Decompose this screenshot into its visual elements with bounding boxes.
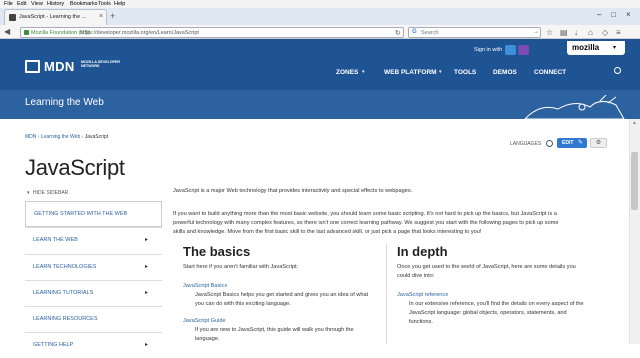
sidebar-item-getting-started[interactable]: GETTING STARTED WITH THE WEB: [25, 201, 162, 227]
edit-button[interactable]: EDIT ✎: [557, 138, 587, 148]
google-icon: G: [412, 29, 417, 35]
page-title: JavaScript: [25, 155, 125, 180]
menu-help[interactable]: Help: [114, 1, 125, 7]
guide-desc-line: If you are new to JavaScript, this guide…: [195, 327, 354, 333]
reference-desc-line: functions.: [409, 319, 433, 325]
new-tab-button[interactable]: +: [110, 11, 115, 21]
logo-mark-icon: [25, 60, 40, 73]
basics-heading: The basics: [183, 244, 251, 259]
hamburger-menu-icon[interactable]: ≡: [616, 28, 621, 37]
menu-tools[interactable]: Tools: [98, 1, 111, 7]
minimize-icon[interactable]: –: [597, 10, 601, 19]
languages-label[interactable]: LANGUAGES: [510, 141, 541, 147]
javascript-basics-link[interactable]: JavaScript Basics: [183, 283, 227, 289]
in-depth-lead-2: could dive into:: [397, 273, 435, 279]
section-title: Learning the Web: [25, 97, 104, 108]
sidebar-item-learn-technologies[interactable]: LEARN TECHNOLOGIES ▸: [25, 254, 162, 280]
paragraph-line: powerful technology with many complex fe…: [173, 220, 559, 226]
breadcrumb-learning-the-web[interactable]: Learning the Web: [41, 134, 80, 140]
basics-lead: Start here if you aren't familiar with J…: [183, 264, 299, 270]
basics-desc-line: you can do with this exciting language.: [195, 301, 291, 307]
paragraph-line: If you want to build anything more than …: [173, 211, 557, 217]
edit-label: EDIT: [562, 140, 574, 146]
globe-icon[interactable]: [546, 140, 553, 147]
hide-sidebar-label: HIDE SIDEBAR: [33, 190, 69, 196]
dino-illustration-icon: [523, 95, 625, 120]
settings-button[interactable]: ⚙: [590, 138, 607, 148]
javascript-reference-link[interactable]: JavaScript reference: [397, 292, 448, 298]
download-icon[interactable]: ↓: [574, 28, 578, 37]
mozilla-tab[interactable]: mozilla ▾: [567, 41, 625, 55]
menu-view[interactable]: View: [31, 1, 43, 7]
column-divider: [386, 243, 387, 344]
sidebar-item-learn-the-web[interactable]: LEARN THE WEB ▸: [25, 227, 162, 253]
reload-icon[interactable]: ↻: [395, 29, 401, 37]
url-bar[interactable]: Mozilla Foundation (US) https://develope…: [20, 27, 404, 38]
menu-bar: File Edit View History Bookmarks Tools H…: [0, 0, 640, 8]
triangle-down-icon: ▾: [27, 190, 30, 196]
in-depth-heading: In depth: [397, 244, 448, 259]
maximize-icon[interactable]: □: [611, 10, 616, 19]
chevron-right-icon: ▸: [145, 237, 149, 243]
mozilla-label: mozilla: [572, 43, 600, 52]
javascript-guide-link[interactable]: JavaScript Guide: [183, 318, 226, 324]
tab-javascript[interactable]: JavaScript - Learning the ... ×: [4, 9, 107, 25]
chevron-right-icon: ▸: [145, 264, 149, 270]
search-go-icon[interactable]: →: [533, 29, 539, 35]
breadcrumb-current: JavaScript: [84, 134, 109, 140]
search-bar[interactable]: G →: [408, 27, 541, 38]
chevron-down-icon: ▾: [613, 45, 617, 51]
tab-title: JavaScript - Learning the ...: [19, 14, 87, 20]
menu-history[interactable]: History: [47, 1, 64, 7]
logo-subtitle: MOZILLA DEVELOPER NETWORK: [81, 60, 120, 68]
menu-bookmarks[interactable]: Bookmarks: [70, 1, 98, 7]
star-icon[interactable]: ☆: [546, 28, 553, 37]
pocket-icon[interactable]: ◇: [602, 28, 608, 37]
scrollbar-thumb[interactable]: [631, 152, 638, 210]
sidebar-item-getting-help[interactable]: GETTING HELP ▸: [25, 332, 162, 358]
home-icon[interactable]: ⌂: [588, 28, 593, 37]
menu-edit[interactable]: Edit: [17, 1, 26, 7]
logo-text: MDN: [44, 59, 75, 74]
nav-web-platform[interactable]: WEB PLATFORM: [384, 69, 437, 76]
nav-demos[interactable]: DEMOS: [493, 69, 517, 76]
github-signin-button[interactable]: [518, 45, 529, 55]
site-search-icon[interactable]: [614, 67, 621, 74]
nav-connect[interactable]: CONNECT: [534, 69, 566, 76]
breadcrumb: MDN › Learning the Web › JavaScript: [25, 134, 109, 140]
favicon-icon: [9, 14, 16, 21]
breadcrumb-mdn[interactable]: MDN: [25, 134, 36, 140]
tab-close-icon[interactable]: ×: [99, 13, 103, 20]
sidebar-item-learning-resources[interactable]: LEARNING RESOURCES: [25, 306, 162, 332]
nav-zones[interactable]: ZONES: [336, 69, 358, 76]
scroll-up-icon[interactable]: ▲: [632, 120, 637, 126]
window-close-icon[interactable]: ×: [626, 10, 631, 19]
persona-signin-button[interactable]: [505, 45, 516, 55]
intro-paragraph: JavaScript is a major Web technology tha…: [173, 188, 413, 194]
lock-icon: [24, 30, 29, 35]
hide-sidebar-toggle[interactable]: ▾ HIDE SIDEBAR: [27, 190, 69, 196]
gear-icon: ⚙: [595, 140, 602, 146]
chevron-right-icon: ▸: [145, 342, 149, 348]
chevron-right-icon: ▸: [145, 290, 149, 296]
back-icon[interactable]: ◀: [4, 27, 10, 36]
reading-list-icon[interactable]: ▤: [560, 28, 568, 37]
basics-desc-line: JavaScript Basics helps you get started …: [195, 292, 369, 298]
menu-file[interactable]: File: [4, 1, 13, 7]
search-input[interactable]: [421, 29, 531, 37]
sidebar-item-learning-tutorials[interactable]: LEARNING TUTORIALS ▸: [25, 280, 162, 306]
url-text[interactable]: https://developer.mozilla.org/en/Learn/J…: [80, 30, 199, 36]
reference-desc-line: JavaScript language: global objects, ope…: [409, 310, 567, 316]
sign-in-label: Sign in with: [474, 47, 503, 53]
pencil-icon: ✎: [578, 140, 584, 146]
guide-desc-line: language.: [195, 336, 220, 342]
paragraph-line: skills and knowledge. Move from the firs…: [173, 229, 482, 235]
nav-tools[interactable]: TOOLS: [454, 69, 476, 76]
in-depth-lead: Once you get used to the world of JavaSc…: [397, 264, 576, 270]
reference-desc-line: In our extensive reference, you'll find …: [409, 301, 584, 307]
